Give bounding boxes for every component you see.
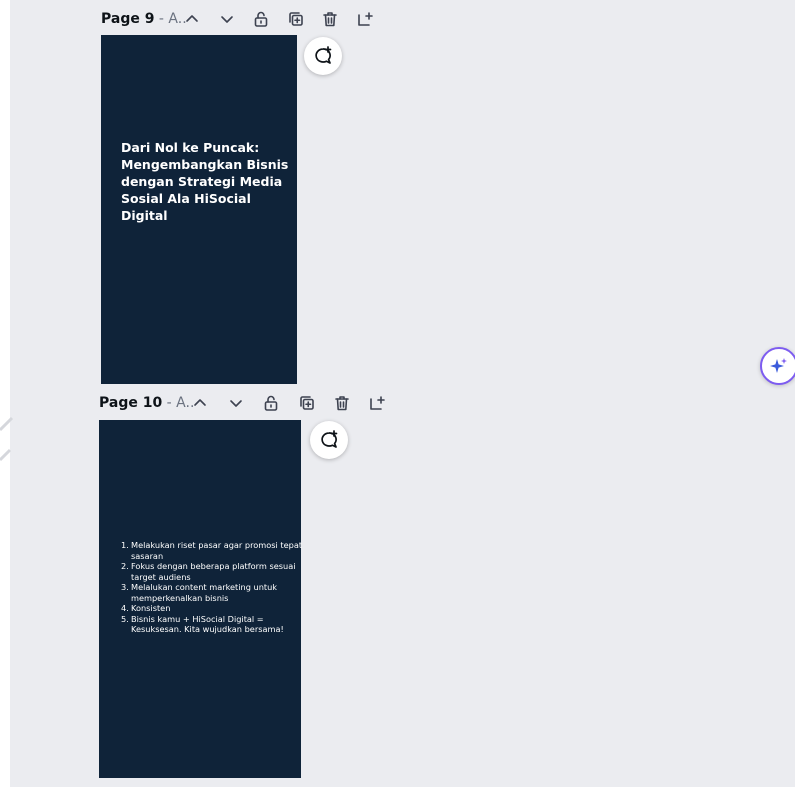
duplicate-page-button[interactable]: [283, 6, 309, 32]
chevron-down-icon: [221, 16, 233, 23]
page-10-list: 1. Melakukan riset pasar agar promosi tep…: [121, 540, 306, 635]
delete-page-button[interactable]: [317, 6, 343, 32]
add-page-button[interactable]: [352, 6, 378, 32]
trash-icon: [335, 396, 349, 411]
move-page-down-button[interactable]: [223, 390, 249, 416]
chevron-up-icon: [194, 399, 206, 406]
page-10-title[interactable]: Page 10 - A..: [99, 395, 194, 411]
delete-page-button[interactable]: [329, 390, 355, 416]
trash-icon: [323, 12, 337, 27]
page-9-header: Page 9 - A..: [101, 4, 187, 34]
sparkle-icon: [770, 358, 787, 373]
page-10-header: Page 10 - A..: [99, 388, 194, 418]
move-page-up-button[interactable]: [179, 6, 205, 32]
duplicate-page-button[interactable]: [294, 390, 320, 416]
duplicate-icon: [289, 12, 303, 26]
list-item: 4. Konsisten: [121, 603, 171, 613]
list-item: 2. Fokus dengan beberapa platform sesuai …: [121, 561, 296, 582]
add-comment-icon: [315, 46, 332, 64]
list-item: 5. Bisnis kamu + HiSocial Digital = Kesuk…: [121, 613, 284, 635]
move-page-down-button[interactable]: [214, 6, 240, 32]
add-comment-button-page-10[interactable]: [310, 421, 348, 459]
list-item: 1. Melakukan riset pasar agar promosi tep…: [121, 540, 303, 561]
add-page-icon: [358, 12, 373, 26]
page-10-canvas[interactable]: 1. Melakukan riset pasar agar promosi tep…: [99, 420, 302, 778]
lock-page-button[interactable]: [248, 6, 274, 32]
magic-assistant-button[interactable]: [760, 347, 795, 385]
add-comment-button-page-9[interactable]: [304, 37, 342, 75]
duplicate-icon: [300, 396, 314, 410]
page-9-canvas[interactable]: Dari Nol ke Puncak: Mengembangkan Bisnis…: [101, 35, 297, 384]
chevron-up-icon: [186, 15, 198, 22]
unlock-icon: [254, 11, 268, 27]
move-page-up-button[interactable]: [187, 390, 213, 416]
unlock-icon: [264, 395, 278, 411]
selection-mark: [0, 416, 14, 462]
add-page-button[interactable]: [364, 390, 390, 416]
add-page-icon: [370, 396, 385, 410]
page-9-heading: Dari Nol ke Puncak: Mengembangkan Bisnis…: [121, 140, 289, 223]
list-item: 3. Melalukan content marketing untuk memp…: [121, 582, 278, 603]
chevron-down-icon: [230, 400, 242, 407]
add-comment-icon: [321, 430, 338, 448]
page-9-title[interactable]: Page 9 - A..: [101, 11, 187, 27]
lock-page-button[interactable]: [258, 390, 284, 416]
